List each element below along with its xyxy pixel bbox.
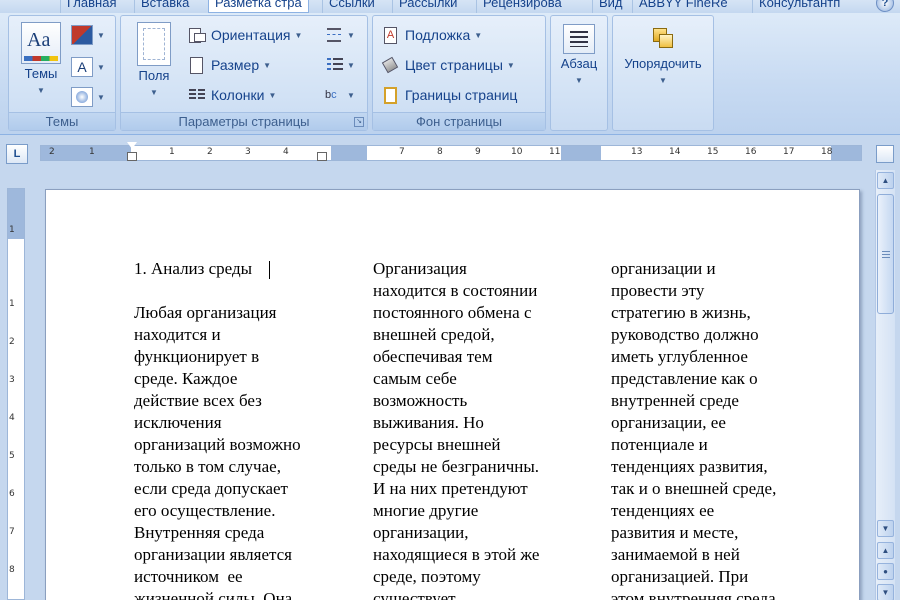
orientation-button[interactable]: Ориентация ▼: [187, 24, 302, 46]
breaks-icon: [325, 26, 345, 44]
group-label-page-setup: Параметры страницы: [121, 112, 367, 130]
theme-fonts-button[interactable]: A ▼: [71, 56, 105, 78]
watermark-button[interactable]: A Подложка ▼: [381, 24, 482, 46]
text-cursor: [269, 261, 270, 279]
line-numbers-icon: [325, 56, 345, 74]
vertical-ruler[interactable]: 1 1 2 3 4 5 6 7 8: [7, 188, 25, 600]
hyphenation-icon: bc: [325, 89, 337, 101]
chevron-down-icon: ▼: [150, 88, 158, 97]
horizontal-ruler[interactable]: 2 1 1 2 3 4 7 8 9 10 11 13 14 15 16 17 1…: [40, 142, 862, 161]
paragraph-icon: [563, 24, 595, 54]
theme-effects-button[interactable]: ▼: [71, 86, 105, 108]
indent-marker-icon[interactable]: [127, 142, 137, 149]
theme-colors-button[interactable]: ▼: [71, 24, 105, 46]
columns-button[interactable]: Колонки ▼: [187, 84, 276, 106]
watermark-icon: A: [381, 26, 401, 44]
themes-icon: Aa: [21, 22, 61, 64]
hyphenation-button[interactable]: bc ▼: [325, 84, 355, 106]
chevron-down-icon: ▼: [347, 60, 355, 70]
chevron-down-icon: ▼: [97, 62, 105, 72]
text-column-3[interactable]: организации и провести эту стратегию в ж…: [611, 258, 776, 600]
page-color-button[interactable]: Цвет страницы ▼: [381, 54, 515, 76]
paragraph-button[interactable]: Абзац ▼: [553, 24, 605, 86]
page-borders-button[interactable]: Границы страниц: [381, 84, 517, 106]
tab-references[interactable]: Ссылки: [322, 0, 381, 13]
next-page-icon[interactable]: ▼: [877, 584, 894, 600]
tab-insert[interactable]: Вставка: [134, 0, 195, 13]
previous-page-icon[interactable]: ▲: [877, 542, 894, 559]
tab-review[interactable]: Рецензирова: [476, 0, 568, 13]
group-themes: Aa Темы ▼ ▼ A ▼ ▼ Темы: [8, 15, 116, 131]
paint-bucket-icon: [381, 56, 401, 74]
tab-home[interactable]: Главная: [60, 0, 122, 13]
vertical-scrollbar[interactable]: ▲ ▼ ▲ ● ▼: [875, 170, 895, 600]
tab-selector-button[interactable]: L: [6, 144, 28, 164]
margins-icon: [137, 22, 171, 66]
scroll-down-icon[interactable]: ▼: [877, 520, 894, 537]
chevron-down-icon: ▼: [506, 60, 515, 70]
text-column-2[interactable]: Организация находится в состоянии постоя…: [373, 258, 539, 600]
ribbon-tab-strip: Главная Вставка Разметка стра Ссылки Рас…: [0, 0, 900, 13]
chevron-down-icon: ▼: [659, 76, 667, 85]
tab-consultant[interactable]: Консультантп: [752, 0, 846, 13]
size-icon: [187, 56, 207, 74]
tab-page-layout[interactable]: Разметка стра: [208, 0, 309, 13]
line-numbers-button[interactable]: ▼: [325, 54, 355, 76]
chevron-down-icon: ▼: [575, 76, 583, 85]
tab-view[interactable]: Вид: [592, 0, 629, 13]
arrange-button[interactable]: Упорядочить ▼: [615, 24, 711, 86]
chevron-down-icon: ▼: [37, 86, 45, 95]
chevron-down-icon: ▼: [97, 30, 105, 40]
scroll-up-icon[interactable]: ▲: [877, 172, 894, 189]
arrange-icon: [647, 24, 679, 54]
themes-button[interactable]: Aa Темы ▼: [13, 22, 69, 96]
breaks-button[interactable]: ▼: [325, 24, 355, 46]
hanging-indent-marker-icon[interactable]: [127, 152, 137, 161]
orientation-icon: [187, 26, 207, 44]
browse-object-icon[interactable]: ●: [877, 563, 894, 580]
scrollbar-thumb[interactable]: [877, 194, 894, 314]
theme-fonts-icon: A: [71, 57, 93, 77]
group-arrange: Упорядочить ▼: [612, 15, 714, 131]
ribbon: Aa Темы ▼ ▼ A ▼ ▼ Темы Поля ▼ Ориентация…: [0, 13, 900, 135]
group-label-themes: Темы: [9, 112, 115, 130]
group-page-background: A Подложка ▼ Цвет страницы ▼ Границы стр…: [372, 15, 546, 131]
size-button[interactable]: Размер ▼: [187, 54, 271, 76]
theme-effects-icon: [71, 87, 93, 107]
page-borders-icon: [381, 86, 401, 104]
group-label-page-background: Фон страницы: [373, 112, 545, 130]
right-indent-marker-icon[interactable]: [317, 152, 327, 161]
dialog-launcher-icon[interactable]: ↘: [354, 117, 364, 127]
help-icon[interactable]: ?: [876, 0, 894, 12]
columns-icon: [187, 86, 207, 104]
document-page[interactable]: 1. Анализ среды Любая организация находи…: [45, 189, 860, 600]
group-paragraph: Абзац ▼: [550, 15, 608, 131]
chevron-down-icon: ▼: [474, 30, 483, 40]
text-column-1[interactable]: 1. Анализ среды Любая организация находи…: [134, 258, 301, 600]
chevron-down-icon: ▼: [97, 92, 105, 102]
chevron-down-icon: ▼: [294, 30, 303, 40]
chevron-down-icon: ▼: [347, 90, 355, 100]
chevron-down-icon: ▼: [347, 30, 355, 40]
group-page-setup: Поля ▼ Ориентация ▼ Размер ▼ Колонки ▼ ▼…: [120, 15, 368, 131]
tab-abbyy[interactable]: ABBYY FineRe: [632, 0, 734, 13]
chevron-down-icon: ▼: [268, 90, 277, 100]
theme-colors-icon: [71, 25, 93, 45]
chevron-down-icon: ▼: [263, 60, 272, 70]
view-ruler-toggle-icon[interactable]: [876, 145, 894, 163]
ruler-area: L 2 1 1 2 3 4 7 8 9 10 11 13 14 15 16 17…: [0, 136, 900, 166]
margins-button[interactable]: Поля ▼: [127, 22, 181, 98]
tab-mailings[interactable]: Рассылки: [392, 0, 463, 13]
